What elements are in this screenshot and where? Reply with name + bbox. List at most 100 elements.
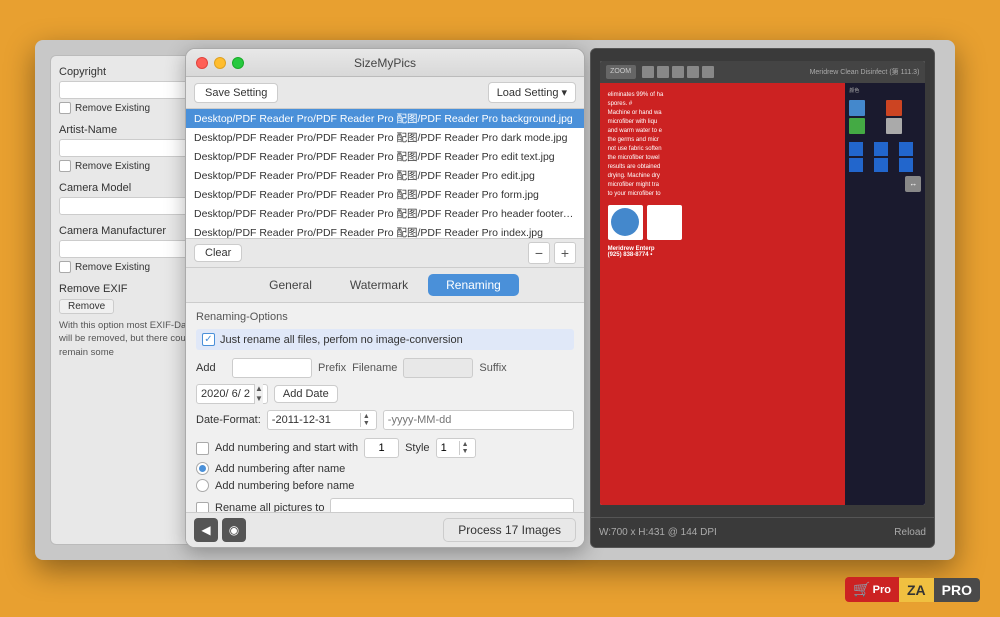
blue-square [899,158,913,172]
toolbar-icon [657,66,669,78]
suffix-input[interactable] [403,358,473,378]
blue-squares [849,142,921,172]
numbering-checkbox[interactable] [196,442,209,455]
swatch [849,118,865,134]
just-rename-checkbox[interactable] [202,333,215,346]
eye-right-button[interactable]: ◉ [222,518,246,542]
add-item-button[interactable]: + [554,242,576,264]
file-list-controls: Clear − + [186,239,584,268]
file-item[interactable]: Desktop/PDF Reader Pro/PDF Reader Pro 配图… [186,185,584,204]
tab-watermark[interactable]: Watermark [332,274,426,296]
date-format-row: Date-Format: -2011-12-31 ▲ ▼ [196,410,574,430]
date-format-stepper[interactable]: ▲ ▼ [360,413,372,427]
camera-manufacturer-input[interactable] [59,240,196,258]
camera-manufacturer-label: Camera Manufacturer [59,225,196,237]
copyright-section: Copyright Remove Existing [59,66,196,114]
add-before-label: Add numbering before name [215,480,354,492]
artist-remove-row: Remove Existing [59,160,196,172]
swatch [886,118,902,134]
product-img-2 [647,205,682,240]
blue-square [899,142,913,156]
process-button[interactable]: Process 17 Images [443,518,576,542]
pdf-sidebar: 颜色 [845,83,925,506]
artist-remove-label: Remove Existing [75,161,150,172]
add-date-button[interactable]: Add Date [274,385,338,403]
minimize-button[interactable] [214,57,226,69]
remove-item-button[interactable]: − [528,242,550,264]
zapro-logo: 🛒 Pro ZA PRO [845,577,980,602]
maximize-button[interactable] [232,57,244,69]
color-swatches [849,100,921,134]
clear-button[interactable]: Clear [194,244,242,262]
save-setting-button[interactable]: Save Setting [194,83,278,103]
prefix-label: Prefix [318,362,346,374]
file-item[interactable]: Desktop/PDF Reader Pro/PDF Reader Pro 配图… [186,223,584,239]
style-select[interactable]: 1 ▲ ▼ [436,438,476,458]
app-window: SizeMyPics Save Setting Load Setting ▾ D… [185,48,585,548]
add-before-radio[interactable] [196,479,209,492]
file-list[interactable]: Desktop/PDF Reader Pro/PDF Reader Pro 配图… [186,109,584,239]
tab-general[interactable]: General [251,274,330,296]
camera-model-input[interactable] [59,197,196,215]
style-label: Style [405,442,429,454]
close-button[interactable] [196,57,208,69]
artist-label: Artist-Name [59,124,196,136]
list-control-right: − + [528,242,576,264]
remove-exif-section: Remove EXIF Remove With this option most… [59,283,196,359]
blue-square [874,158,888,172]
manufacturer-remove-checkbox[interactable] [59,261,71,273]
artist-remove-checkbox[interactable] [59,160,71,172]
preview-image-area: ZOOM Meridrew Clean Disinfect (第 111.3) … [591,49,934,517]
add-row: Add Prefix Filename Suffix [196,358,574,378]
toolbar: Save Setting Load Setting ▾ [186,77,584,109]
remove-exif-button[interactable]: Remove [59,299,114,314]
swatch [849,100,865,116]
file-item[interactable]: Desktop/PDF Reader Pro/PDF Reader Pro 配图… [186,147,584,166]
style-stepper[interactable]: ▲ ▼ [459,441,471,455]
traffic-lights [196,57,244,69]
resize-icon: ↔ [905,176,921,192]
pdf-content: eliminates 99% of haspores. #Machine or … [600,83,926,506]
date-format-select[interactable]: -2011-12-31 ▲ ▼ [267,410,377,430]
blue-square [849,158,863,172]
file-item[interactable]: Desktop/PDF Reader Pro/PDF Reader Pro 配图… [186,204,584,223]
numbering-section: Add numbering and start with Style 1 ▲ ▼… [196,438,574,492]
pdf-preview: ZOOM Meridrew Clean Disinfect (第 111.3) … [600,61,926,506]
toolbar-icon [642,66,654,78]
tab-renaming[interactable]: Renaming [428,274,519,296]
toolbar-icon [702,66,714,78]
camera-model-label: Camera Model [59,182,196,194]
load-setting-button[interactable]: Load Setting ▾ [488,82,576,103]
chevron-down-icon: ▾ [561,86,567,99]
manufacturer-remove-label: Remove Existing [75,262,150,273]
metadata-panel: Copyright Remove Existing Artist-Name Re… [50,55,205,545]
numbering-start-input[interactable] [364,438,399,458]
date-row: 2020/ 6/ 2 ▲ ▼ Add Date [196,384,574,404]
filename-label: Filename [352,362,397,374]
date-input-group: 2020/ 6/ 2 ▲ ▼ [196,384,268,404]
date-stepper[interactable]: ▲ ▼ [254,384,263,404]
copyright-remove-checkbox[interactable] [59,102,71,114]
date-down-button[interactable]: ▼ [255,394,263,404]
toolbar-icons [642,66,714,78]
date-format-text-input[interactable] [383,410,574,430]
reload-button[interactable]: Reload [894,527,926,538]
zapro-prefix: Pro [873,584,891,596]
cart-icon: 🛒 [853,581,870,598]
file-item[interactable]: Desktop/PDF Reader Pro/PDF Reader Pro 配图… [186,128,584,147]
zoom-control: ZOOM [606,65,636,79]
company-name: Meridrew Enterp(925) 838-8774 • [608,246,838,258]
zapro-badge: 🛒 Pro [845,577,899,602]
copyright-input[interactable] [59,81,196,99]
product-images [608,205,838,240]
add-after-radio[interactable] [196,462,209,475]
date-up-button[interactable]: ▲ [255,384,263,394]
right-preview-panel: ZOOM Meridrew Clean Disinfect (第 111.3) … [590,48,935,548]
file-item[interactable]: Desktop/PDF Reader Pro/PDF Reader Pro 配图… [186,109,584,128]
artist-input[interactable] [59,139,196,157]
prefix-input[interactable] [232,358,312,378]
file-item[interactable]: Desktop/PDF Reader Pro/PDF Reader Pro 配图… [186,166,584,185]
copyright-remove-label: Remove Existing [75,103,150,114]
eye-left-button[interactable]: ◀ [194,518,218,542]
swatch [886,100,902,116]
